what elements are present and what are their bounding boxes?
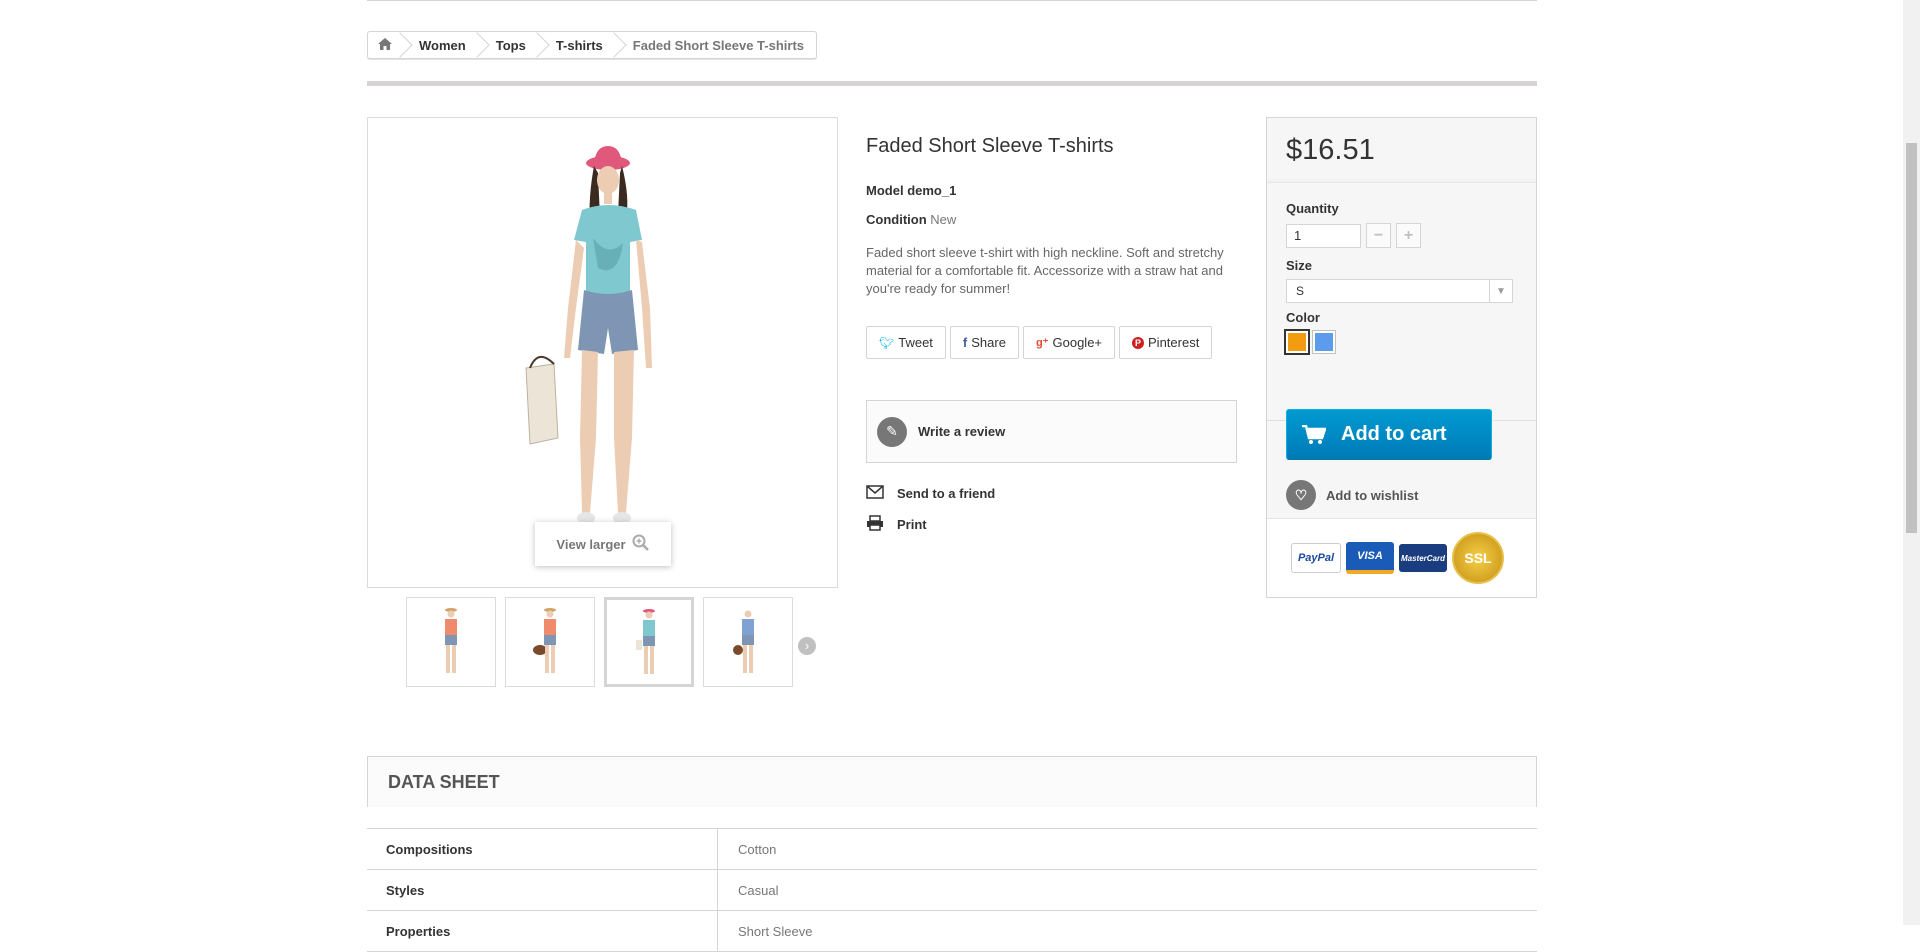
share-label: Share xyxy=(971,335,1006,350)
row-value: Cotton xyxy=(738,841,777,857)
add-to-cart-label: Add to cart xyxy=(1341,423,1447,445)
envelope-icon xyxy=(866,485,884,502)
send-to-friend-link[interactable]: Send to a friend xyxy=(866,485,995,502)
social-share: 🐦︎ Tweet f Share g⁺ Google+ P Pinterest xyxy=(866,326,1213,359)
table-row: Properties Short Sleeve xyxy=(367,911,1537,952)
scrollbar[interactable] xyxy=(1903,0,1920,925)
write-review-label: Write a review xyxy=(918,424,1006,439)
condition-value: New xyxy=(930,212,957,227)
model-label: Model xyxy=(866,183,904,198)
google-plus-button[interactable]: g⁺ Google+ xyxy=(1022,326,1116,359)
row-value: Short Sleeve xyxy=(738,923,813,939)
pencil-icon: ✎ xyxy=(877,416,907,447)
quantity-label: Quantity xyxy=(1286,201,1339,216)
breadcrumb-label: Faded Short Sleeve T-shirts xyxy=(632,37,804,53)
paypal-logo: PayPal xyxy=(1291,543,1341,573)
row-key: Styles xyxy=(367,870,718,910)
color-swatch-blue[interactable] xyxy=(1312,330,1336,354)
add-to-wishlist-label: Add to wishlist xyxy=(1326,487,1419,503)
thumbnail-list xyxy=(406,597,793,687)
buy-box: $16.51 Quantity 1 − + Size S ▼ Color Add… xyxy=(1266,117,1537,598)
mastercard-logo: MasterCard xyxy=(1399,544,1447,572)
view-larger-button[interactable]: View larger xyxy=(535,522,671,566)
print-link[interactable]: Print xyxy=(866,515,927,534)
print-label: Print xyxy=(897,517,927,532)
payment-logos: PayPal VISA MasterCard SSL xyxy=(1267,518,1536,597)
product-description: Faded short sleeve t-shirt with high nec… xyxy=(866,245,1224,296)
add-to-wishlist-link[interactable]: ♡ Add to wishlist xyxy=(1286,480,1418,510)
tweet-button[interactable]: 🐦︎ Tweet xyxy=(866,326,946,359)
product-photo xyxy=(525,146,652,524)
row-key: Properties xyxy=(367,911,718,951)
product-main-image[interactable]: View larger xyxy=(367,117,838,588)
minus-icon[interactable]: − xyxy=(1366,223,1391,248)
breadcrumb-label: Women xyxy=(419,37,466,53)
thumbnail[interactable] xyxy=(406,597,496,687)
quantity-input[interactable]: 1 xyxy=(1286,223,1361,248)
zoom-icon xyxy=(632,534,650,555)
section-divider xyxy=(367,81,1537,86)
google-label: Google+ xyxy=(1052,335,1103,350)
product-options: Quantity 1 − + Size S ▼ Color xyxy=(1267,183,1536,421)
breadcrumb-current: Faded Short Sleeve T-shirts xyxy=(616,32,816,58)
breadcrumb-home[interactable] xyxy=(368,32,402,58)
row-key: Compositions xyxy=(367,829,718,869)
breadcrumb-tshirts[interactable]: T-shirts xyxy=(539,32,616,58)
ssl-badge: SSL xyxy=(1452,532,1504,584)
breadcrumb: Women Tops T-shirts Faded Short Sleeve T… xyxy=(367,31,817,59)
visa-logo: VISA xyxy=(1346,542,1394,574)
twitter-icon: 🐦︎ xyxy=(879,335,895,350)
printer-icon xyxy=(866,515,884,534)
product-model: Model demo_1 xyxy=(866,183,956,198)
chevron-down-icon: ▼ xyxy=(1489,280,1512,302)
heart-icon: ♡ xyxy=(1286,480,1316,510)
thumbnail[interactable] xyxy=(505,597,595,687)
facebook-icon: f xyxy=(962,335,968,350)
send-to-friend-label: Send to a friend xyxy=(897,486,996,501)
data-sheet-table: Compositions Cotton Styles Casual Proper… xyxy=(367,828,1537,952)
size-select[interactable]: S ▼ xyxy=(1286,279,1513,303)
breadcrumb-label: Tops xyxy=(495,37,526,53)
size-value: S xyxy=(1296,284,1305,298)
write-review-box[interactable]: ✎ Write a review xyxy=(866,400,1237,463)
add-to-cart-button[interactable]: Add to cart xyxy=(1286,409,1492,460)
row-value: Casual xyxy=(738,882,779,898)
thumbnail[interactable] xyxy=(703,597,793,687)
table-row: Styles Casual xyxy=(367,870,1537,911)
view-larger-label: View larger xyxy=(556,536,626,552)
table-row: Compositions Cotton xyxy=(367,829,1537,870)
price: $16.51 xyxy=(1267,118,1536,183)
google-plus-icon: g⁺ xyxy=(1035,337,1049,349)
plus-icon[interactable]: + xyxy=(1396,223,1421,248)
breadcrumb-women[interactable]: Women xyxy=(402,32,479,58)
pinterest-button[interactable]: P Pinterest xyxy=(1119,326,1213,359)
model-value: demo_1 xyxy=(907,183,957,198)
facebook-share-button[interactable]: f Share xyxy=(949,326,1019,359)
scrollbar-thumb[interactable] xyxy=(1906,143,1917,533)
color-swatch-orange[interactable] xyxy=(1284,329,1310,355)
data-sheet-heading: DATA SHEET xyxy=(367,756,1537,807)
top-divider xyxy=(367,0,1537,1)
color-label: Color xyxy=(1286,310,1320,325)
tweet-label: Tweet xyxy=(898,335,933,350)
condition-label: Condition xyxy=(866,212,927,227)
cart-icon xyxy=(1287,424,1341,445)
thumbnail-active[interactable] xyxy=(604,597,694,687)
size-label: Size xyxy=(1286,258,1313,273)
pinterest-icon: P xyxy=(1132,336,1145,349)
pinterest-label: Pinterest xyxy=(1148,335,1200,350)
home-icon xyxy=(378,37,392,53)
product-title: Faded Short Sleeve T-shirts xyxy=(866,135,1114,157)
chevron-right-icon[interactable]: › xyxy=(798,637,816,655)
breadcrumb-label: T-shirts xyxy=(555,37,603,53)
product-condition: Condition New xyxy=(866,212,956,227)
